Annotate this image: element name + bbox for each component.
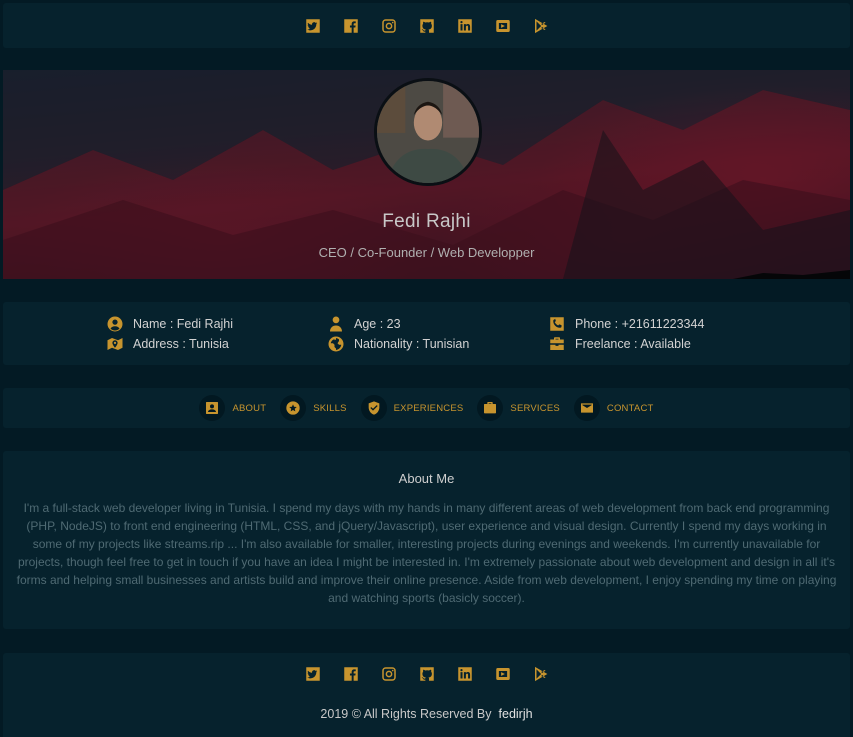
nav-contact[interactable]: CONTACT	[573, 395, 654, 421]
nav-about[interactable]: ABOUT	[199, 395, 266, 421]
info-age: Age : 23	[327, 314, 469, 334]
youtube-icon[interactable]	[493, 664, 513, 684]
section-nav: ABOUT SKILLS EXPERIENCES SERVICES CONTAC…	[3, 388, 850, 428]
github-icon[interactable]	[417, 16, 437, 36]
youtube-icon[interactable]	[493, 16, 513, 36]
info-name: Name : Fedi Rajhi	[106, 314, 233, 334]
author-link[interactable]: fedirjh	[499, 707, 533, 721]
twitter-icon[interactable]	[303, 16, 323, 36]
profile-role: CEO / Co-Founder / Web Developper	[318, 245, 535, 260]
twitter-icon[interactable]	[303, 664, 323, 684]
facebook-icon[interactable]	[341, 16, 361, 36]
github-icon[interactable]	[417, 664, 437, 684]
nav-services[interactable]: SERVICES	[477, 395, 560, 421]
info-column-2: Age : 23 Nationality : Tunisian	[327, 314, 469, 354]
about-text: I'm a full-stack web developer living in…	[16, 501, 837, 605]
briefcase-icon	[484, 402, 497, 414]
shield-check-icon	[368, 401, 379, 415]
map-marker-icon	[107, 338, 123, 350]
facebook-icon[interactable]	[341, 664, 361, 684]
briefcase-icon	[550, 337, 564, 350]
phone-icon	[550, 317, 564, 331]
info-column-3: Phone : +21611223344 Freelance : Availab…	[548, 314, 704, 354]
envelope-icon	[580, 403, 593, 413]
info-freelance: Freelance : Available	[548, 334, 704, 354]
instagram-icon[interactable]	[379, 16, 399, 36]
copyright-text: 2019 © All Rights Reserved By	[320, 707, 492, 721]
profile-avatar	[374, 78, 482, 186]
footer-social-bar	[3, 663, 850, 685]
instagram-icon[interactable]	[379, 664, 399, 684]
profile-name: Fedi Rajhi	[382, 211, 471, 232]
globe-icon	[328, 336, 344, 352]
info-nationality: Nationality : Tunisian	[327, 334, 469, 354]
user-circle-icon	[107, 316, 123, 332]
about-title: About Me	[398, 471, 455, 486]
top-social-bar	[3, 3, 850, 48]
avatar-photo	[377, 81, 479, 183]
personal-info: Name : Fedi Rajhi Address : Tunisia Age …	[3, 302, 850, 365]
google-play-icon[interactable]	[531, 664, 551, 684]
profile-hero: Fedi Rajhi CEO / Co-Founder / Web Develo…	[3, 70, 850, 279]
nav-skills[interactable]: SKILLS	[280, 395, 346, 421]
linkedin-icon[interactable]	[455, 16, 475, 36]
google-play-icon[interactable]	[531, 16, 551, 36]
info-address: Address : Tunisia	[106, 334, 233, 354]
star-circle-icon	[286, 401, 300, 415]
contact-card-icon	[206, 402, 219, 414]
linkedin-icon[interactable]	[455, 664, 475, 684]
copyright: 2019 © All Rights Reserved By fedirjh	[3, 707, 850, 721]
about-section: About Me I'm a full-stack web developer …	[3, 451, 850, 629]
footer: 2019 © All Rights Reserved By fedirjh	[3, 653, 850, 737]
info-column-1: Name : Fedi Rajhi Address : Tunisia	[106, 314, 233, 354]
info-phone: Phone : +21611223344	[548, 314, 704, 334]
user-icon	[330, 316, 342, 332]
nav-experiences[interactable]: EXPERIENCES	[360, 395, 464, 421]
